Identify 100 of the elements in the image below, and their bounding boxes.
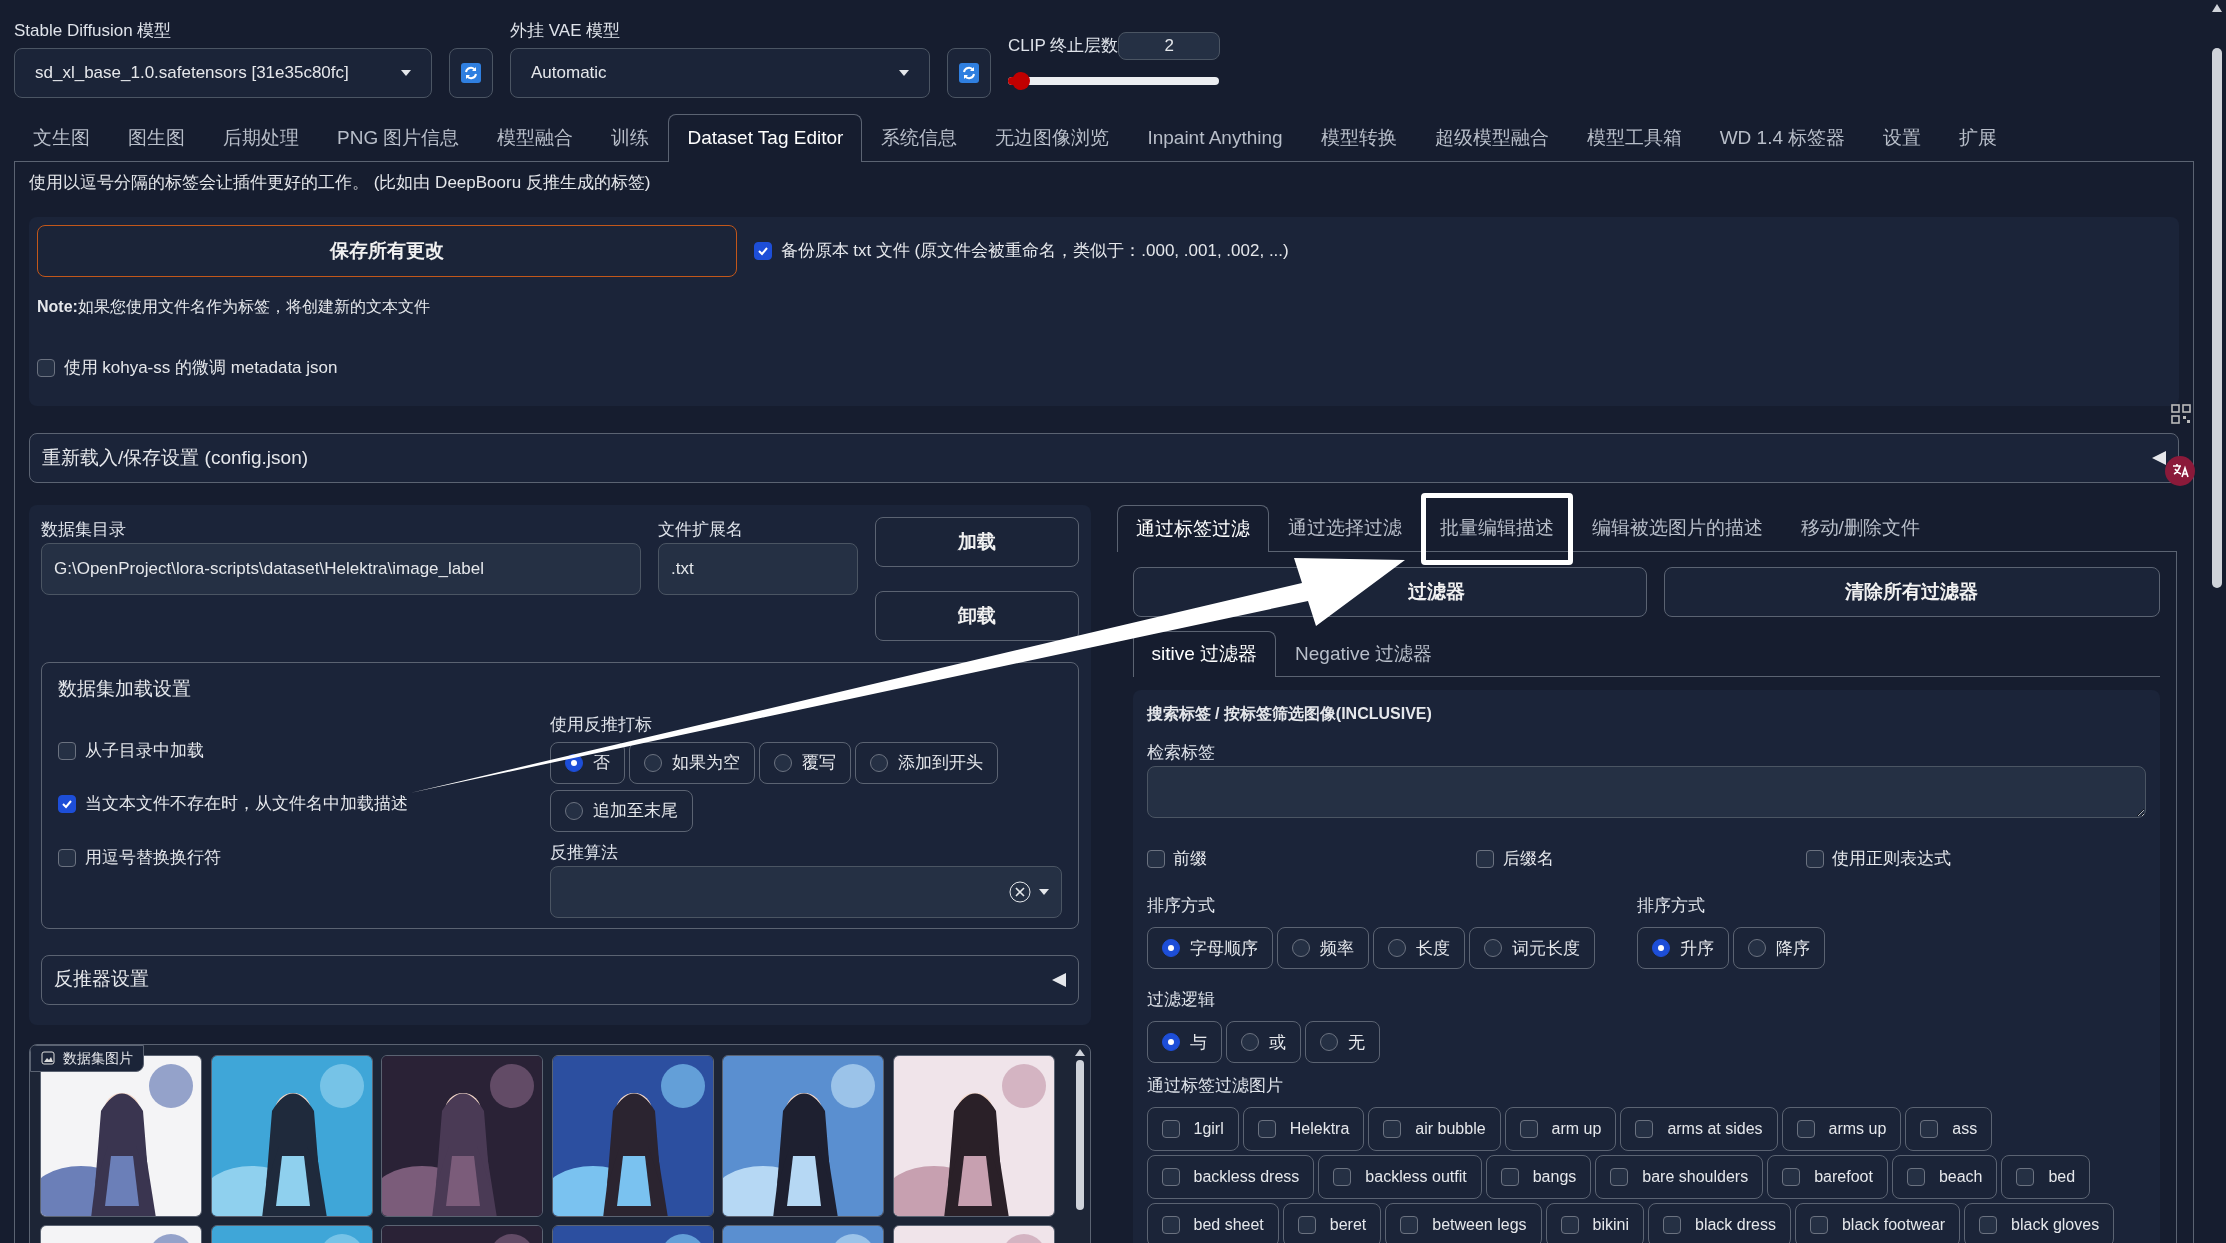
refresh-button[interactable] bbox=[947, 47, 991, 98]
tag-checkbox[interactable]: black dress bbox=[1648, 1202, 1791, 1243]
scroll-thumb[interactable] bbox=[2212, 48, 2222, 588]
checkbox[interactable] bbox=[58, 741, 76, 760]
tag-checkbox[interactable]: backless outfit bbox=[1318, 1154, 1482, 1199]
dropdown-value: sd_xl_base_1.0.safetensors [31e35c80fc] bbox=[35, 62, 349, 84]
tag-checkbox[interactable]: between legs bbox=[1385, 1202, 1542, 1243]
checkbox-label[interactable]: 使用 kohya-ss 的微调 metadata json bbox=[63, 354, 338, 381]
radio-option[interactable]: 无 bbox=[1305, 1021, 1380, 1064]
checkbox[interactable] bbox=[754, 241, 772, 260]
tab[interactable]: 文生图 bbox=[14, 113, 109, 162]
tab[interactable]: 超级模型融合 bbox=[1415, 113, 1568, 162]
radio-option[interactable]: 与 bbox=[1146, 1021, 1222, 1064]
radio-option[interactable]: 添加到开头 bbox=[855, 741, 999, 784]
scroll-up-icon[interactable] bbox=[2212, 4, 2222, 12]
tab[interactable]: 模型转换 bbox=[1301, 113, 1416, 162]
tab[interactable]: 模型工具箱 bbox=[1567, 113, 1701, 162]
tag-checkbox[interactable]: bed bbox=[2001, 1154, 2091, 1199]
tab[interactable]: 图生图 bbox=[109, 113, 204, 162]
checkbox[interactable] bbox=[1476, 849, 1495, 868]
slider[interactable] bbox=[1008, 72, 1219, 90]
tag-checkbox[interactable]: beret bbox=[1282, 1202, 1382, 1243]
tag-checkbox[interactable]: bare shoulders bbox=[1595, 1154, 1764, 1199]
checkbox-label[interactable]: 使用正则表达式 bbox=[1832, 845, 1952, 872]
checkbox-label[interactable]: 备份原本 txt 文件 (原文件会被重命名，类似于：.000, .001, .002, ...) bbox=[780, 238, 1289, 264]
radio-option[interactable]: 追加至末尾 bbox=[550, 789, 694, 832]
tag-checkbox[interactable]: black gloves bbox=[1964, 1202, 2115, 1243]
radio-option[interactable]: 频率 bbox=[1276, 927, 1369, 970]
accordion-header[interactable]: 反推器设置 bbox=[41, 954, 1079, 1005]
radio-option[interactable]: 否 bbox=[550, 741, 626, 784]
caret-icon bbox=[1039, 888, 1049, 895]
radio-option[interactable]: 或 bbox=[1225, 1021, 1301, 1064]
tab[interactable]: 后期处理 bbox=[204, 113, 318, 162]
checkbox-label[interactable]: 前缀 bbox=[1173, 845, 1207, 872]
grid-icon[interactable] bbox=[2170, 403, 2192, 425]
tab[interactable]: 训练 bbox=[592, 113, 669, 162]
refresh-button[interactable] bbox=[449, 47, 493, 98]
tag-checkbox[interactable]: air bubble bbox=[1368, 1106, 1501, 1151]
field-label: 反推算法 bbox=[550, 842, 620, 864]
checkbox[interactable] bbox=[1805, 849, 1824, 868]
tab[interactable]: Negative 过滤器 bbox=[1276, 630, 1452, 677]
checkbox[interactable] bbox=[58, 848, 76, 867]
radio-option[interactable]: 词元长度 bbox=[1469, 927, 1596, 970]
tag-checkbox[interactable]: black footwear bbox=[1794, 1202, 1961, 1243]
radio-option[interactable]: 长度 bbox=[1373, 927, 1465, 970]
tab[interactable]: Inpaint Anything bbox=[1128, 113, 1302, 162]
tab[interactable]: WD 1.4 标签器 bbox=[1700, 113, 1865, 162]
tab[interactable]: 通过选择过滤 bbox=[1268, 505, 1421, 551]
tab[interactable]: 扩展 bbox=[1940, 113, 2017, 162]
checkbox[interactable] bbox=[37, 358, 55, 377]
tag-checkbox[interactable]: 1girl bbox=[1146, 1106, 1239, 1151]
checkbox-label[interactable]: 当文本文件不存在时，从文件名中加载描述 bbox=[84, 791, 408, 817]
tag-checkbox[interactable]: arms up bbox=[1781, 1106, 1902, 1151]
checkbox[interactable] bbox=[1146, 849, 1165, 868]
tab[interactable]: 系统信息 bbox=[862, 113, 977, 162]
search-field[interactable] bbox=[1146, 765, 2146, 818]
radio-option[interactable]: 覆写 bbox=[759, 741, 852, 784]
filter-button[interactable]: 清除所有过滤器 bbox=[1663, 566, 2160, 617]
tab[interactable]: 批量编辑描述 bbox=[1420, 505, 1573, 551]
tag-checkbox[interactable]: bed sheet bbox=[1146, 1202, 1279, 1243]
tab[interactable]: PNG 图片信息 bbox=[318, 113, 479, 162]
tag-checkbox[interactable]: Helektra bbox=[1242, 1106, 1365, 1151]
vae-dropdown[interactable]: Automatic bbox=[510, 47, 930, 98]
translate-icon[interactable] bbox=[2165, 456, 2195, 486]
scroll-thumb[interactable] bbox=[1076, 1059, 1084, 1210]
tab[interactable]: 设置 bbox=[1864, 113, 1941, 162]
tag-checkbox[interactable]: bangs bbox=[1485, 1154, 1592, 1199]
select-field[interactable] bbox=[550, 865, 1062, 918]
action-button[interactable]: 加载 bbox=[875, 517, 1079, 568]
checkbox[interactable] bbox=[58, 795, 76, 813]
tab[interactable]: sitive 过滤器 bbox=[1132, 630, 1277, 678]
checkbox-label[interactable]: 后缀名 bbox=[1502, 845, 1554, 872]
tab[interactable]: 移动/删除文件 bbox=[1781, 505, 1939, 551]
extension-field[interactable]: .txt bbox=[658, 542, 858, 595]
accordion-header[interactable]: 重新载入/保存设置 (config.json) bbox=[29, 433, 2179, 484]
tab[interactable]: 无边图像浏览 bbox=[976, 113, 1129, 162]
radio-option[interactable]: 升序 bbox=[1636, 927, 1729, 970]
tab[interactable]: 模型融合 bbox=[478, 113, 593, 162]
radio-option[interactable]: 如果为空 bbox=[629, 741, 756, 784]
tag-checkbox[interactable]: barefoot bbox=[1767, 1154, 1888, 1199]
tab[interactable]: Dataset Tag Editor bbox=[668, 113, 863, 163]
tab[interactable]: 通过标签过滤 bbox=[1116, 505, 1269, 552]
slider-thumb[interactable] bbox=[1011, 72, 1030, 90]
radio-option[interactable]: 降序 bbox=[1732, 927, 1825, 970]
field-label: 排序方式 bbox=[1146, 895, 1216, 918]
tag-checkbox[interactable]: ass bbox=[1905, 1106, 1993, 1151]
tag-checkbox[interactable]: arm up bbox=[1504, 1106, 1617, 1151]
tag-checkbox[interactable]: bikini bbox=[1545, 1202, 1644, 1243]
radio-option[interactable]: 字母顺序 bbox=[1146, 927, 1273, 970]
checkbox-label[interactable]: 用逗号替换换行符 bbox=[84, 844, 221, 871]
model-dropdown[interactable]: sd_xl_base_1.0.safetensors [31e35c80fc] bbox=[14, 47, 432, 98]
path-field[interactable]: G:\OpenProject\lora-scripts\dataset\Helektra\image_label bbox=[41, 542, 641, 595]
action-button[interactable]: 卸载 bbox=[875, 591, 1079, 642]
checkbox-label[interactable]: 从子目录中加载 bbox=[84, 737, 204, 764]
tag-checkbox[interactable]: arms at sides bbox=[1620, 1106, 1778, 1151]
save-button[interactable]: 保存所有更改 bbox=[37, 224, 737, 277]
tag-checkbox[interactable]: beach bbox=[1891, 1154, 1998, 1199]
number-field[interactable]: 2 bbox=[1118, 32, 1221, 60]
tab[interactable]: 编辑被选图片的描述 bbox=[1572, 505, 1782, 551]
tag-checkbox[interactable]: backless dress bbox=[1146, 1154, 1315, 1199]
